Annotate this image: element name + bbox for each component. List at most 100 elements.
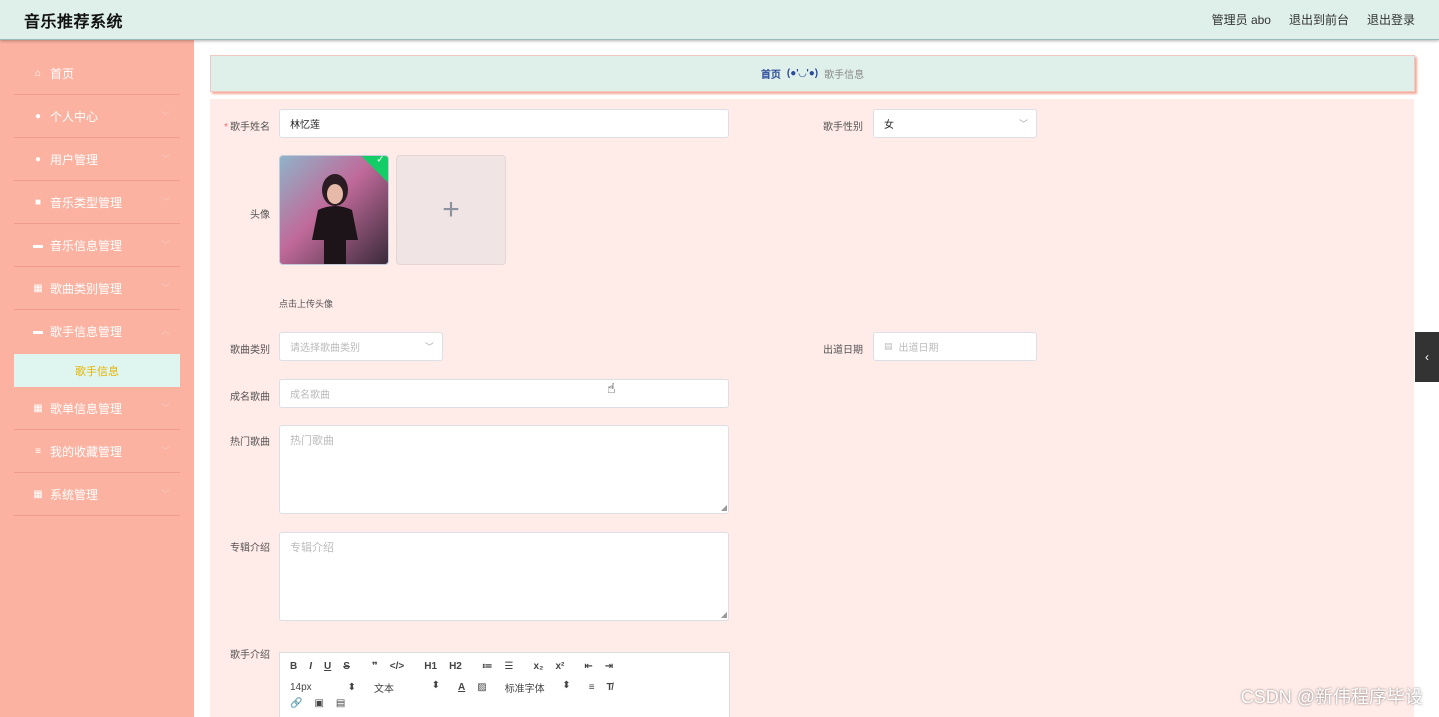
sidebar-item-singer-info[interactable]: ▬ 歌手信息管理 ︿	[14, 310, 180, 353]
editor-toolbar-row-3: 🔗 ▣ ▤	[290, 698, 357, 709]
sidebar-item-label: 歌单信息管理	[50, 401, 123, 416]
sidebar-item-personal-center[interactable]: ● 个人中心 ﹀	[14, 95, 180, 138]
italic-button[interactable]: I	[309, 661, 312, 672]
album-intro-textarea[interactable]: 专辑介绍 ◢	[279, 532, 729, 621]
sidebar-item-label: 歌手信息管理	[50, 325, 123, 339]
grid-icon: ▦	[33, 488, 43, 500]
grid-icon: ▦	[33, 402, 43, 414]
editor-toolbar-row-2: 14px ⬍ 文本 ⬍ A ▨ 标准字体 ⬍ ≡ T̸	[290, 680, 625, 695]
admin-label: 管理员 abo	[1211, 13, 1271, 27]
superscript-button[interactable]: x²	[555, 661, 564, 672]
album-intro-label: 专辑介绍	[230, 543, 270, 554]
chevron-up-icon: ︿	[160, 326, 170, 336]
breadcrumb: 首页 (●'◡'●) 歌手信息	[210, 55, 1415, 92]
chevron-down-icon: ﹀	[160, 197, 170, 207]
header-actions: 管理员 abo 退出到前台 退出登录	[1212, 11, 1415, 28]
header2-button[interactable]: H2	[449, 661, 462, 672]
sidebar-item-music-type[interactable]: ■ 音乐类型管理 ﹀	[14, 181, 180, 224]
singer-gender-select[interactable]: 女 ﹀	[873, 109, 1037, 138]
hot-song-textarea[interactable]: 热门歌曲 ◢	[279, 425, 729, 514]
chevron-down-icon: ﹀	[160, 403, 170, 413]
font-color-icon[interactable]: A	[458, 682, 465, 693]
chevron-down-icon: ﹀	[1018, 119, 1028, 129]
code-block-button[interactable]: </>	[390, 661, 404, 672]
logout-link[interactable]: 退出登录	[1367, 11, 1415, 28]
image-icon[interactable]: ▣	[314, 698, 323, 709]
sidebar-item-label: 用户管理	[50, 152, 99, 167]
breadcrumb-home[interactable]: 首页	[761, 66, 781, 81]
resize-handle-icon[interactable]: ◢	[721, 610, 727, 619]
home-icon: ⌂	[34, 67, 42, 79]
avatar-image[interactable]: ✓	[279, 155, 389, 265]
chevron-updown-icon: ⬍	[347, 682, 356, 693]
song-category-label: 歌曲类别	[230, 345, 270, 356]
famous-song-input[interactable]: 成名歌曲	[279, 379, 729, 408]
sidebar-item-user-management[interactable]: ● 用户管理 ﹀	[14, 138, 180, 181]
font-size-select[interactable]: 14px ⬍	[290, 682, 356, 693]
app-title: 音乐推荐系统	[24, 13, 124, 31]
chevron-updown-icon: ⬍	[431, 680, 440, 691]
grid-icon: ▦	[33, 282, 43, 294]
briefcase-icon: ▬	[33, 326, 43, 337]
chevron-down-icon: ﹀	[160, 283, 170, 293]
link-icon[interactable]: 🔗	[290, 698, 302, 709]
blockquote-button[interactable]: ❞	[372, 661, 378, 672]
underline-button[interactable]: U	[324, 661, 331, 672]
ordered-list-button[interactable]: ≔	[482, 661, 493, 672]
indent-button[interactable]: ⇥	[605, 661, 613, 672]
strike-button[interactable]: S	[343, 661, 350, 672]
chevron-down-icon: ﹀	[160, 154, 170, 164]
background-color-icon[interactable]: ▨	[477, 682, 486, 693]
sidebar-item-playlist-info[interactable]: ▦ 歌单信息管理 ﹀	[14, 387, 180, 430]
text-type-select[interactable]: 文本 ⬍	[374, 680, 440, 695]
bold-button[interactable]: B	[290, 661, 297, 672]
sidebar-item-label: 系统管理	[50, 487, 99, 502]
video-icon[interactable]: ▤	[336, 698, 345, 709]
hand-cursor-icon: ☝	[607, 380, 616, 396]
chevron-updown-icon: ⬍	[562, 680, 571, 691]
panel-toggle-button[interactable]: ‹	[1415, 332, 1439, 382]
sidebar-item-label: 首页	[50, 66, 75, 81]
avatar-label: 头像	[250, 210, 270, 221]
singer-name-input[interactable]: 林忆莲	[279, 109, 729, 138]
sidebar-item-song-category[interactable]: ▦ 歌曲类别管理 ﹀	[14, 267, 180, 310]
hot-song-label: 热门歌曲	[230, 437, 270, 448]
align-icon[interactable]: ≡	[589, 682, 595, 693]
list-icon: ≡	[35, 445, 41, 457]
sidebar-subitem-singer-info[interactable]: 歌手信息	[14, 354, 180, 387]
famous-song-label: 成名歌曲	[230, 392, 270, 403]
clear-format-icon[interactable]: T̸	[607, 682, 613, 693]
outdent-button[interactable]: ⇤	[584, 661, 592, 672]
header1-button[interactable]: H1	[424, 661, 437, 672]
avatar-upload-button[interactable]: +	[396, 155, 506, 265]
bag-icon: ■	[34, 196, 42, 208]
sidebar-item-home[interactable]: ⌂ 首页	[14, 52, 180, 95]
debut-date-picker[interactable]: ▤ 出道日期	[873, 332, 1037, 361]
subscript-button[interactable]: x₂	[533, 661, 543, 672]
chevron-left-icon: ‹	[1425, 350, 1429, 364]
chevron-down-icon: ﹀	[424, 342, 434, 352]
main-content: 首页 (●'◡'●) 歌手信息 * 歌手姓名 林忆莲 歌手性别 女 ﹀ 头像 ✓ …	[194, 40, 1439, 717]
watermark: CSDN @新伟程序毕设	[1240, 687, 1423, 707]
editor-toolbar-row-1: B I U S ❞ </> H1 H2 ≔ ☰ x₂ x² ⇤ ⇥	[290, 661, 625, 672]
rich-text-editor[interactable]: B I U S ❞ </> H1 H2 ≔ ☰ x₂ x² ⇤ ⇥ 14px ⬍ …	[279, 652, 730, 717]
sidebar-item-label: 我的收藏管理	[50, 444, 123, 459]
sidebar: ⌂ 首页 ● 个人中心 ﹀ ● 用户管理 ﹀ ■ 音乐类型管理 ﹀ ▬ 音乐信息…	[0, 40, 194, 717]
sidebar-item-label: 歌曲类别管理	[50, 281, 123, 296]
breadcrumb-current: 歌手信息	[824, 70, 865, 81]
sidebar-item-my-favorites[interactable]: ≡ 我的收藏管理 ﹀	[14, 430, 180, 473]
exit-front-link[interactable]: 退出到前台	[1289, 11, 1349, 28]
debut-date-label: 出道日期	[823, 345, 863, 356]
sidebar-item-music-info[interactable]: ▬ 音乐信息管理 ﹀	[14, 224, 180, 267]
resize-handle-icon[interactable]: ◢	[721, 503, 727, 512]
font-family-select[interactable]: 标准字体 ⬍	[505, 680, 571, 695]
chevron-down-icon: ﹀	[160, 240, 170, 250]
comment-icon: ▬	[33, 239, 43, 251]
singer-name-label: * 歌手姓名	[224, 122, 270, 133]
sidebar-item-label: 个人中心	[50, 109, 99, 124]
bullet-list-button[interactable]: ☰	[504, 661, 513, 672]
singer-intro-label: 歌手介绍	[230, 650, 270, 661]
sidebar-item-system[interactable]: ▦ 系统管理 ﹀	[14, 473, 180, 516]
user-icon: ●	[34, 110, 42, 122]
song-category-select[interactable]: 请选择歌曲类别 ﹀	[279, 332, 443, 361]
